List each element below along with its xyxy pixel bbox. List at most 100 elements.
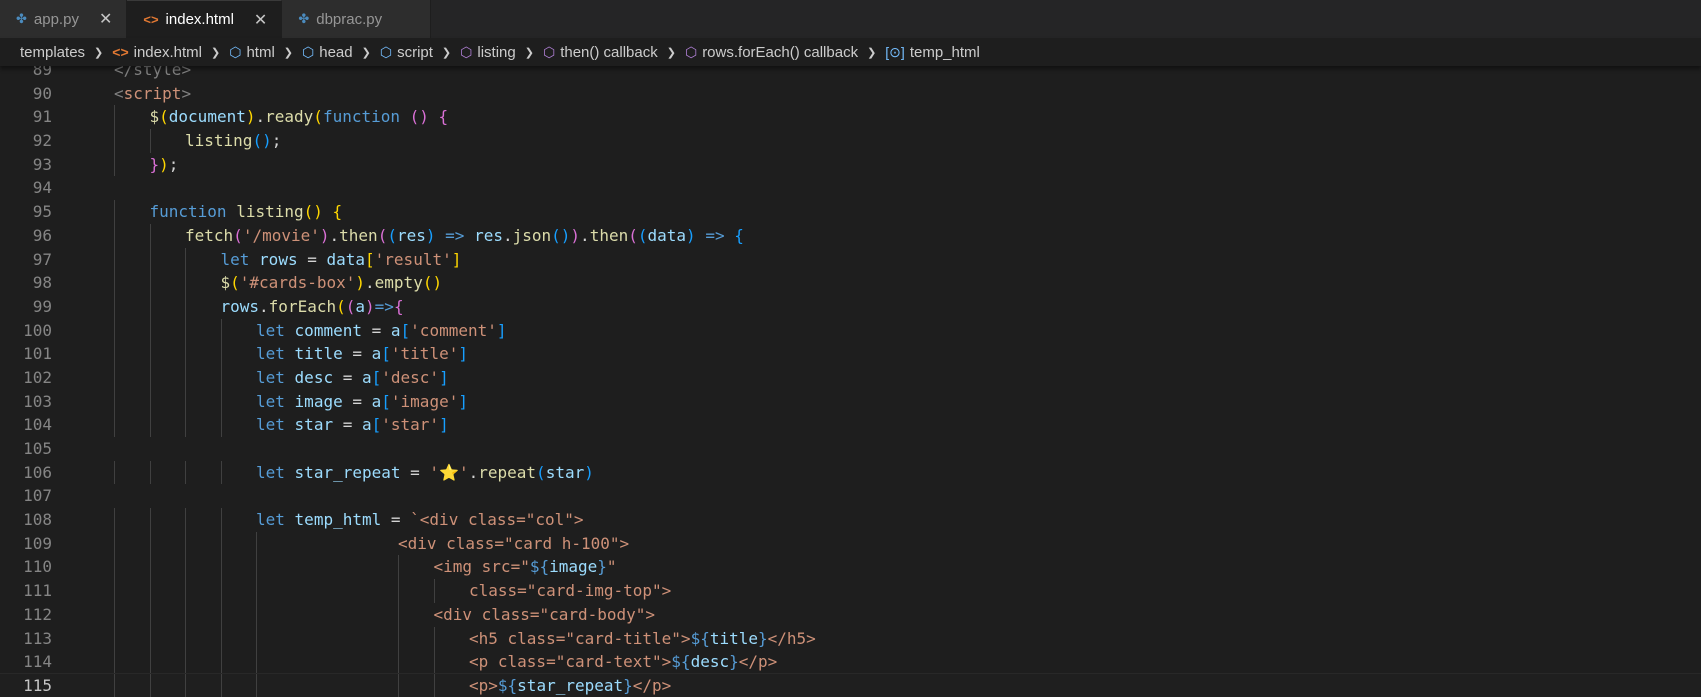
code-token: style: [133, 66, 182, 79]
code-line: 101 let title = a['title']: [0, 342, 1701, 366]
code-token: .: [580, 225, 590, 245]
code-token: [: [365, 249, 375, 269]
code-token: let: [256, 367, 285, 387]
indent-guide: [149, 673, 151, 697]
chevron-right-icon: ❯: [666, 46, 676, 59]
code-token: rows: [259, 249, 298, 269]
line-number: 91: [32, 107, 52, 127]
indent-guide: [185, 271, 186, 295]
code-token: repeat: [478, 462, 537, 482]
breadcrumb-item[interactable]: templates ❯: [20, 44, 112, 61]
indent-guide: [114, 555, 115, 580]
code-token: ${: [529, 557, 550, 577]
code-text: $('#cards-box').empty(): [221, 271, 443, 295]
line-number: 113: [23, 628, 52, 648]
indent-guide: [149, 223, 151, 248]
code-text: <img src="${image}": [434, 555, 617, 579]
code-token: ): [319, 225, 330, 245]
code-token: a: [355, 296, 366, 316]
tab-index-html[interactable]: <> index.html ✕: [127, 0, 283, 38]
breadcrumb-item[interactable]: ⬡ listing ❯: [460, 44, 543, 61]
line-number: 108: [23, 510, 52, 530]
code-text: let title = a['title']: [256, 342, 468, 366]
breadcrumb-item[interactable]: <> index.html ❯: [112, 44, 229, 61]
breadcrumb-item[interactable]: ⬡ rows.forEach() callback ❯: [685, 44, 885, 61]
line-number: 100: [23, 320, 52, 340]
code-token: empty: [374, 273, 423, 293]
indent-guide: [114, 602, 115, 627]
code-token: =: [297, 249, 327, 269]
indent-guide: [114, 365, 115, 390]
code-token: =: [342, 391, 372, 411]
code-text: <p class="card-text">${desc}</p>: [469, 650, 777, 674]
code-editor[interactable]: 89 </style> 90 <script> 91 $(document).ready(…: [0, 66, 1701, 697]
indent-guide: [114, 152, 115, 177]
code-line: 97 let rows = data['result']: [0, 247, 1701, 272]
code-text: });: [150, 153, 179, 177]
close-icon[interactable]: ✕: [99, 9, 112, 29]
code-token: a: [361, 415, 372, 435]
code-token: {: [438, 107, 449, 127]
tab-app-py[interactable]: ✤ app.py ✕: [0, 0, 128, 38]
code-line: 111 class="card-img-top">: [0, 579, 1701, 603]
indent-guide: [220, 531, 222, 556]
code-token: =: [381, 510, 411, 530]
code-text: <h5 class="card-title">${title}</h5>: [469, 627, 816, 651]
code-token: .: [329, 225, 340, 245]
code-token: .: [468, 462, 479, 482]
tab-dbprac-py[interactable]: ✤dbprac.py✕: [282, 0, 431, 38]
line-number: 95: [32, 202, 52, 222]
code-line: 110 <img src="${image}": [0, 555, 1701, 580]
indent-guide: [149, 650, 151, 674]
code-token: `<div class="col">: [410, 510, 584, 530]
breadcrumb-item[interactable]: ⬡ html ❯: [229, 44, 302, 61]
code-token: function: [149, 202, 227, 222]
tab-label: index.html: [165, 11, 234, 28]
indent-guide: [149, 342, 151, 366]
code-token: {: [332, 202, 343, 222]
indent-guide: [220, 318, 222, 343]
breadcrumb-item[interactable]: [⊙] temp_html: [885, 44, 980, 61]
code-token: rows: [220, 296, 260, 316]
code-token: a: [371, 391, 382, 411]
code-token: listing: [185, 131, 253, 151]
indent-guide: [114, 294, 115, 319]
indent-guide: [433, 650, 435, 674]
code-token: 'desc': [381, 367, 440, 387]
indent-guide: [398, 602, 399, 627]
breadcrumb-item[interactable]: ⬡ then() callback ❯: [543, 44, 685, 61]
chevron-right-icon: ❯: [94, 46, 104, 59]
code-token: ]: [458, 344, 468, 364]
code-token: ;: [271, 131, 282, 151]
indent-guide: [149, 531, 151, 556]
breadcrumb-item[interactable]: ⬡ head ❯: [302, 44, 380, 61]
code-token: (: [159, 107, 169, 127]
code-token: ${: [671, 652, 691, 672]
code-token: ): [159, 154, 169, 174]
breadcrumb-item[interactable]: ⬡ script ❯: [380, 44, 460, 61]
code-text: rows.forEach((a)=>{: [221, 295, 404, 319]
code-text: fetch('/movie').then((res) => res.json()…: [185, 224, 744, 248]
code-token: ready: [265, 107, 314, 127]
code-token: </p>: [632, 675, 672, 695]
indent-guide: [398, 650, 399, 674]
indent-guide: [149, 413, 151, 437]
indent-guide: [220, 602, 222, 627]
code-token: ;: [168, 154, 179, 174]
code-token: a: [361, 367, 372, 387]
code-token: =: [333, 367, 362, 387]
close-icon[interactable]: ✕: [254, 10, 267, 30]
code-text: let star = a['star']: [256, 413, 449, 437]
code-token: json: [512, 225, 552, 245]
code-token: =>: [374, 296, 394, 316]
code-text: let star_repeat = '⭐'.repeat(star): [256, 461, 594, 485]
indent-guide: [114, 105, 115, 130]
indent-guide: [149, 318, 151, 343]
indent-guide: [114, 200, 115, 224]
breadcrumb-label: then() callback: [560, 43, 658, 61]
code-line: 115 <p>${star_repeat}</p>: [0, 672, 1701, 697]
